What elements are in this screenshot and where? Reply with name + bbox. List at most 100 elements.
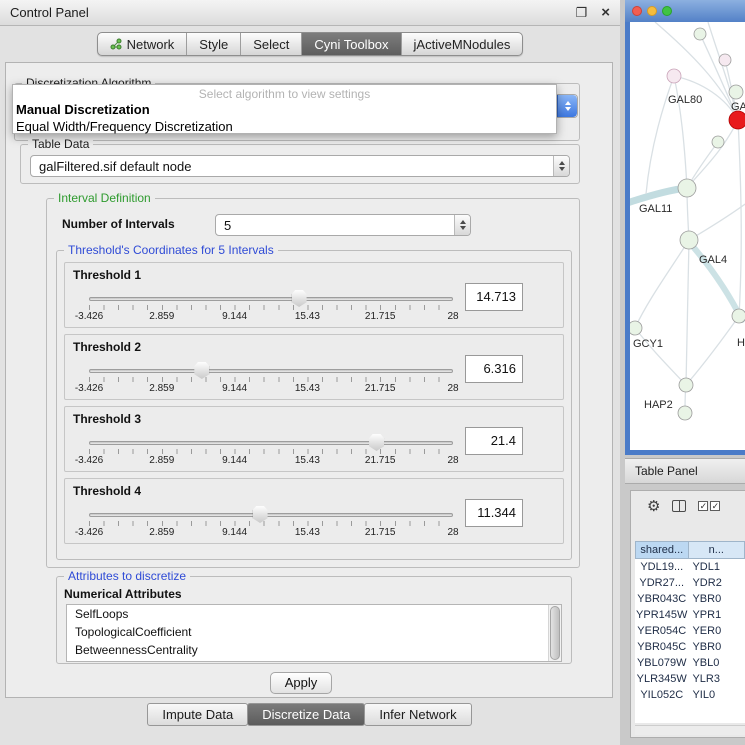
list-item-betweennesscentrality[interactable]: BetweennessCentrality [67, 641, 561, 659]
slider-track[interactable] [89, 513, 453, 517]
edge[interactable] [630, 188, 686, 204]
table-row[interactable]: YER054CYER0 [635, 623, 745, 639]
node[interactable] [719, 54, 731, 66]
tab-infer-network[interactable]: Infer Network [364, 703, 471, 726]
node[interactable] [712, 136, 724, 148]
node-gal11[interactable] [678, 179, 696, 197]
network-window-titlebar[interactable] [625, 0, 745, 22]
threshold-1-value-field[interactable]: 14.713 [465, 283, 523, 311]
threshold-4-label: Threshold 4 [73, 484, 141, 498]
node[interactable] [732, 309, 745, 323]
dropdown-option-equal-width-frequency[interactable]: Equal Width/Frequency Discretization [13, 118, 556, 135]
tab-impute-data[interactable]: Impute Data [147, 703, 248, 726]
scale-tick-label: 2.859 [149, 383, 174, 394]
list-scrollbar[interactable] [548, 605, 561, 661]
tab-select[interactable]: Select [240, 33, 301, 55]
tab-network[interactable]: Network [98, 33, 187, 55]
slider-scale: -3.426 2.859 9.144 15.43 21.715 28 [89, 383, 453, 395]
slider-ticks [89, 521, 453, 526]
minimize-window-button[interactable] [647, 6, 657, 16]
threshold-1-slider: -3.426 2.859 9.144 15.43 21.715 28 [89, 289, 453, 325]
threshold-4-slider: -3.426 2.859 9.144 15.43 21.715 28 [89, 505, 453, 541]
cell: YBR045C [635, 639, 688, 655]
node[interactable] [694, 28, 706, 40]
close-panel-icon[interactable]: × [601, 4, 610, 21]
node[interactable] [729, 85, 743, 99]
threshold-2-value-field[interactable]: 6.316 [465, 355, 523, 383]
tab-label: Select [253, 37, 289, 52]
cell: YDR27... [635, 575, 688, 591]
dropdown-option-manual-discretization[interactable]: Manual Discretization [13, 101, 556, 118]
node[interactable] [679, 378, 693, 392]
slider-track[interactable] [89, 297, 453, 301]
checkbox-checked-icon[interactable]: ✓ [698, 501, 708, 511]
node-gcy1[interactable] [630, 321, 642, 335]
tab-style[interactable]: Style [186, 33, 240, 55]
dropdown-placeholder: Select algorithm to view settings [13, 85, 556, 101]
table-data-combobox[interactable]: galFiltered.sif default node [30, 155, 570, 177]
node-hap2[interactable] [678, 406, 692, 420]
node-gal80[interactable] [667, 69, 681, 83]
numerical-attributes-list: SelfLoops TopologicalCoefficient Between… [66, 604, 562, 662]
scale-tick-label: -3.426 [75, 527, 103, 538]
application-root: Control Panel ❐ × Net [0, 0, 745, 745]
tab-cyni-toolbox[interactable]: Cyni Toolbox [301, 33, 400, 55]
node-label: GAL80 [668, 94, 702, 106]
zoom-window-button[interactable] [662, 6, 672, 16]
slider-ticks [89, 305, 453, 310]
threshold-2-label: Threshold 2 [73, 340, 141, 354]
checkbox-checked-icon[interactable]: ✓ [710, 501, 720, 511]
slider-track[interactable] [89, 369, 453, 373]
number-of-intervals-combobox[interactable]: 5 [215, 214, 471, 236]
scale-tick-label: 15.43 [295, 311, 320, 322]
network-canvas[interactable]: GAL80 GA GAL11 GAL4 GCY1 HAP2 H [630, 22, 745, 450]
table-row[interactable]: YBL079WYBL0 [635, 655, 745, 671]
apply-button[interactable]: Apply [270, 672, 332, 694]
node-selected-red[interactable] [729, 111, 745, 129]
thresholds-group-title: Threshold's Coordinates for 5 Intervals [64, 243, 278, 257]
tab-jactivemnodules[interactable]: jActiveMNodules [401, 33, 523, 55]
edge[interactable] [686, 240, 689, 385]
columns-icon[interactable] [672, 500, 686, 512]
edge[interactable] [687, 120, 738, 188]
tab-discretize-data[interactable]: Discretize Data [247, 703, 365, 726]
edge[interactable] [635, 328, 686, 385]
scale-tick-label: 9.144 [222, 383, 247, 394]
scale-tick-label: 21.715 [365, 383, 396, 394]
edge[interactable] [738, 120, 741, 316]
table-row[interactable]: YBR045CYBR0 [635, 639, 745, 655]
list-item-topologicalcoefficient[interactable]: TopologicalCoefficient [67, 623, 561, 641]
table-row[interactable]: YDR27...YDR2 [635, 575, 745, 591]
float-panel-icon[interactable]: ❐ [576, 5, 588, 21]
edge[interactable] [689, 202, 745, 240]
edge[interactable] [635, 240, 689, 328]
edge[interactable] [674, 76, 687, 188]
list-item-selfloops[interactable]: SelfLoops [67, 605, 561, 623]
cell: YER054C [635, 623, 688, 639]
column-header-shared-name[interactable]: shared... [635, 541, 689, 559]
slider-ticks [89, 377, 453, 382]
threshold-3-value-field[interactable]: 21.4 [465, 427, 523, 455]
cell: YPR1 [688, 607, 745, 623]
table-horizontal-scrollbar[interactable] [635, 725, 745, 735]
table-row[interactable]: YLR345WYLR3 [635, 671, 745, 687]
table-row[interactable]: YPR145WYPR1 [635, 607, 745, 623]
table-row[interactable]: YIL052CYIL0 [635, 687, 745, 703]
cell: YBL079W [635, 655, 688, 671]
combobox-stepper-icon [553, 156, 569, 176]
threshold-4-value-field[interactable]: 11.344 [465, 499, 523, 527]
table-header-row: shared... n... [635, 541, 745, 559]
gear-icon[interactable]: ⚙ [647, 499, 660, 514]
scale-tick-label: 28 [447, 311, 458, 322]
close-window-button[interactable] [632, 6, 642, 16]
edge[interactable] [686, 316, 739, 385]
cell: YDL19... [635, 559, 688, 575]
table-row[interactable]: YBR043CYBR0 [635, 591, 745, 607]
cell: YBR0 [688, 639, 745, 655]
column-header-name[interactable]: n... [689, 541, 745, 559]
slider-track[interactable] [89, 441, 453, 445]
scrollbar-thumb[interactable] [550, 606, 560, 660]
table-row[interactable]: YDL19...YDL1 [635, 559, 745, 575]
scale-tick-label: 9.144 [222, 311, 247, 322]
node-gal4[interactable] [680, 231, 698, 249]
